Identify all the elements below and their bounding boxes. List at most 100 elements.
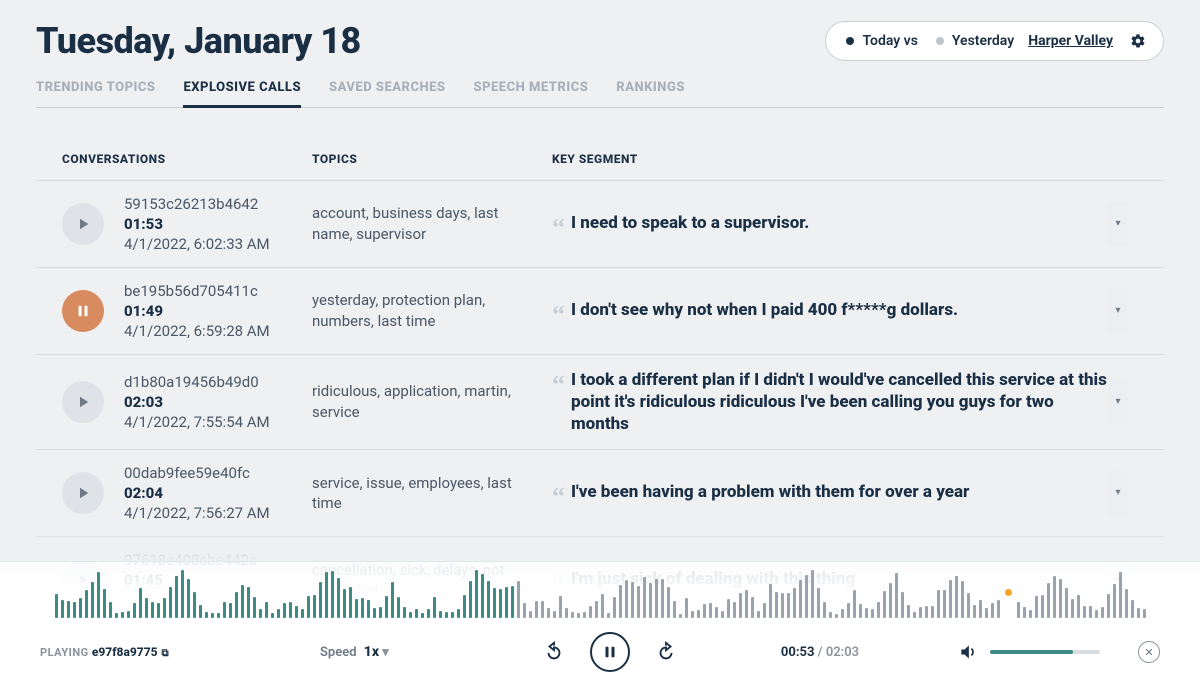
- waveform-bar: [457, 609, 460, 618]
- play-pause-button[interactable]: [590, 632, 630, 672]
- waveform-bar: [79, 598, 82, 618]
- waveform-bar: [97, 572, 100, 618]
- waveform-bar: [991, 603, 994, 618]
- waveform-bar: [529, 611, 532, 618]
- waveform-bar: [211, 613, 214, 618]
- volume-icon[interactable]: [958, 642, 978, 662]
- waveform-bar: [1077, 595, 1080, 618]
- waveform[interactable]: [0, 566, 1200, 618]
- tab-explosive-calls[interactable]: EXPLOSIVE CALLS: [183, 80, 301, 108]
- open-external-icon[interactable]: ⧉: [162, 648, 169, 659]
- segment-cell: “I've been having a problem with them fo…: [552, 481, 1108, 505]
- waveform-bar: [121, 612, 124, 618]
- waveform-bar: [421, 613, 424, 618]
- segment-text: I've been having a problem with them for…: [571, 481, 969, 503]
- segment-text: I don't see why not when I paid 400 f***…: [571, 299, 958, 321]
- waveform-bar: [901, 592, 904, 618]
- expand-button[interactable]: ▾: [1108, 471, 1128, 515]
- tab-saved-searches[interactable]: SAVED SEARCHES: [329, 80, 445, 107]
- waveform-bar: [967, 593, 970, 618]
- waveform-bar: [463, 595, 466, 618]
- volume-slider[interactable]: [990, 650, 1100, 654]
- waveform-bar: [559, 596, 562, 618]
- conversation-meta: be195b56d705411c01:494/1/2022, 6:59:28 A…: [124, 282, 312, 340]
- waveform-bar: [223, 602, 226, 618]
- rewind-button[interactable]: [542, 640, 566, 664]
- waveform-bar: [565, 608, 568, 618]
- waveform-bar: [811, 570, 814, 618]
- waveform-bar: [319, 582, 322, 618]
- waveform-bar: [763, 603, 766, 618]
- waveform-bar: [577, 613, 580, 618]
- waveform-bar: [1101, 607, 1104, 618]
- waveform-bar: [571, 612, 574, 618]
- waveform-bar: [985, 608, 988, 618]
- waveform-bar: [115, 613, 118, 618]
- waveform-bar: [433, 597, 436, 618]
- waveform-bar: [151, 602, 154, 618]
- waveform-bar: [391, 582, 394, 618]
- speed-control[interactable]: Speed 1x ▾: [320, 644, 480, 660]
- table-row: d1b80a19456b49d002:034/1/2022, 7:55:54 A…: [36, 355, 1164, 450]
- expand-button[interactable]: ▾: [1108, 202, 1128, 246]
- waveform-bar: [949, 580, 952, 618]
- waveform-bar: [721, 611, 724, 618]
- pill-link[interactable]: Harper Valley: [1028, 33, 1113, 49]
- waveform-bar: [235, 592, 238, 618]
- play-button[interactable]: [62, 381, 104, 423]
- waveform-bar: [259, 609, 262, 618]
- waveform-bar: [607, 613, 610, 618]
- waveform-marker[interactable]: [1005, 589, 1012, 596]
- waveform-bar: [535, 601, 538, 618]
- waveform-bar: [241, 585, 244, 618]
- waveform-bar: [751, 597, 754, 618]
- comparison-pill[interactable]: Today vs Yesterday Harper Valley: [825, 21, 1164, 61]
- waveform-bar: [871, 609, 874, 618]
- waveform-bar: [397, 597, 400, 618]
- play-button[interactable]: [62, 290, 104, 332]
- play-button[interactable]: [62, 472, 104, 514]
- waveform-bar: [427, 609, 430, 618]
- waveform-bar: [373, 608, 376, 618]
- play-button[interactable]: [62, 203, 104, 245]
- waveform-bar: [937, 590, 940, 618]
- waveform-bar: [1083, 606, 1086, 618]
- waveform-bar: [439, 611, 442, 618]
- waveform-bar: [331, 571, 334, 618]
- tab-speech-metrics[interactable]: SPEECH METRICS: [474, 80, 589, 107]
- conversation-duration: 01:49: [124, 302, 312, 320]
- waveform-bar: [739, 593, 742, 618]
- conversation-id: 59153c26213b4642: [124, 195, 312, 213]
- waveform-bar: [325, 572, 328, 618]
- waveform-bar: [799, 580, 802, 618]
- waveform-bar: [895, 573, 898, 618]
- waveform-bar: [367, 600, 370, 618]
- waveform-bar: [271, 613, 274, 618]
- col-segment: KEY SEGMENT: [552, 152, 1108, 166]
- waveform-bar: [523, 603, 526, 618]
- waveform-bar: [655, 579, 658, 618]
- waveform-bar: [1035, 596, 1038, 618]
- expand-button[interactable]: ▾: [1108, 289, 1128, 333]
- waveform-bar: [487, 581, 490, 618]
- quote-icon: “: [552, 220, 565, 236]
- volume-control[interactable]: [900, 642, 1100, 662]
- playing-track-id[interactable]: e97f8a9775⧉: [92, 645, 169, 659]
- tab-trending-topics[interactable]: TRENDING TOPICS: [36, 80, 155, 107]
- waveform-bar: [865, 608, 868, 618]
- tab-rankings[interactable]: RANKINGS: [616, 80, 685, 107]
- close-player-button[interactable]: ✕: [1138, 641, 1160, 663]
- waveform-bar: [541, 601, 544, 618]
- conversation-meta: 59153c26213b464201:534/1/2022, 6:02:33 A…: [124, 195, 312, 253]
- segment-cell: “I took a different plan if I didn't I w…: [552, 369, 1108, 435]
- waveform-bar: [205, 612, 208, 618]
- conversation-id: be195b56d705411c: [124, 282, 312, 300]
- conversation-duration: 02:03: [124, 393, 312, 411]
- gear-icon[interactable]: [1129, 32, 1147, 50]
- forward-button[interactable]: [654, 640, 678, 664]
- col-conversations: CONVERSATIONS: [62, 152, 312, 166]
- waveform-bar: [1089, 606, 1092, 618]
- expand-button[interactable]: ▾: [1108, 380, 1128, 424]
- waveform-bar: [343, 589, 346, 618]
- conversation-meta: 00dab9fee59e40fc02:044/1/2022, 7:56:27 A…: [124, 464, 312, 522]
